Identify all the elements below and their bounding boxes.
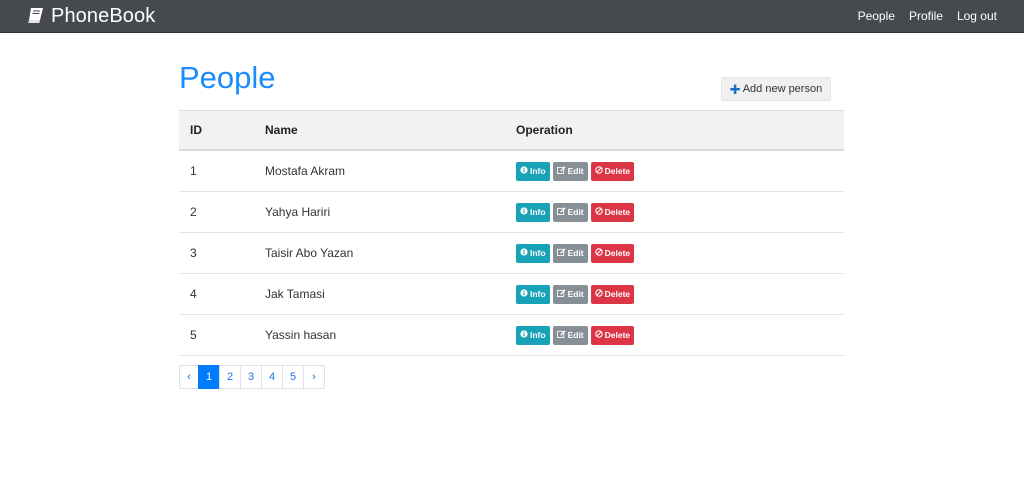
cell-name: Mostafa Akram (265, 164, 346, 178)
cell-operations: Info Edit Delete (516, 325, 844, 345)
table-row: 5 Yassin hasan Info Edit Delete (179, 315, 844, 356)
page-2[interactable]: 2 (219, 365, 241, 389)
delete-button[interactable]: Delete (590, 161, 635, 181)
nav-profile[interactable]: Profile (909, 9, 943, 23)
edit-button[interactable]: Edit (552, 161, 588, 181)
nav-logout[interactable]: Log out (957, 9, 997, 23)
cell-operations: Info Edit Delete (516, 284, 844, 304)
info-icon (520, 207, 530, 217)
people-table: ID Name Operation 1 Mostafa Akram Info Edit… (179, 110, 844, 356)
edit-icon (556, 207, 568, 217)
edit-label: Edit (567, 289, 584, 299)
add-person-label: Add new person (742, 83, 823, 95)
page-title: People (179, 60, 276, 95)
info-label: Info (530, 330, 546, 340)
table-row: 4 Jak Tamasi Info Edit Delete (179, 274, 844, 315)
page-prev[interactable]: ‹ (179, 365, 199, 389)
edit-icon (556, 330, 568, 340)
info-icon (520, 330, 530, 340)
cell-operations: Info Edit Delete (516, 202, 844, 222)
info-button[interactable]: Info (516, 161, 550, 181)
brand-link[interactable]: PhoneBook (26, 5, 155, 28)
table-header: ID Name Operation (179, 110, 844, 151)
cell-operations: Info Edit Delete (516, 161, 844, 181)
page-3[interactable]: 3 (240, 365, 262, 389)
page-5[interactable]: 5 (282, 365, 304, 389)
header-operation: Operation (516, 123, 573, 137)
page-1[interactable]: 1 (198, 365, 220, 389)
delete-icon (594, 330, 605, 340)
add-person-button[interactable]: ✚ Add new person (721, 77, 831, 101)
edit-icon (556, 166, 568, 176)
delete-icon (594, 207, 605, 217)
cell-name: Taisir Abo Yazan (265, 246, 354, 260)
edit-label: Edit (567, 166, 584, 176)
cell-operations: Info Edit Delete (516, 243, 844, 263)
brand-name: PhoneBook (51, 4, 156, 27)
table-row: 1 Mostafa Akram Info Edit Delete (179, 151, 844, 192)
info-icon (520, 289, 530, 299)
info-label: Info (530, 207, 546, 217)
delete-icon (594, 166, 605, 176)
navbar: PhoneBook People Profile Log out (0, 0, 1024, 33)
info-button[interactable]: Info (516, 202, 550, 222)
cell-id: 2 (190, 205, 197, 219)
table-row: 2 Yahya Hariri Info Edit Delete (179, 192, 844, 233)
edit-label: Edit (567, 207, 584, 217)
info-button[interactable]: Info (516, 243, 550, 263)
delete-button[interactable]: Delete (590, 202, 635, 222)
header-id: ID (190, 123, 202, 137)
cell-id: 1 (190, 164, 197, 178)
page-next[interactable]: › (303, 365, 325, 389)
info-icon (520, 166, 530, 176)
delete-label: Delete (604, 330, 631, 340)
book-icon (26, 6, 46, 26)
cell-id: 4 (190, 287, 197, 301)
info-icon (520, 248, 530, 258)
delete-label: Delete (604, 289, 631, 299)
edit-label: Edit (567, 330, 584, 340)
plus-icon: ✚ (729, 81, 741, 97)
edit-icon (556, 289, 568, 299)
delete-button[interactable]: Delete (590, 325, 635, 345)
cell-id: 3 (190, 246, 197, 260)
edit-button[interactable]: Edit (552, 284, 588, 304)
delete-label: Delete (604, 248, 631, 258)
nav-links: People Profile Log out (844, 9, 997, 23)
delete-icon (594, 289, 605, 299)
cell-name: Yassin hasan (265, 328, 337, 342)
edit-button[interactable]: Edit (552, 202, 588, 222)
info-button[interactable]: Info (516, 325, 550, 345)
cell-name: Yahya Hariri (265, 205, 331, 219)
delete-button[interactable]: Delete (590, 284, 635, 304)
nav-people[interactable]: People (858, 9, 895, 23)
delete-label: Delete (604, 166, 631, 176)
cell-name: Jak Tamasi (265, 287, 325, 301)
edit-label: Edit (567, 248, 584, 258)
info-button[interactable]: Info (516, 284, 550, 304)
info-label: Info (530, 248, 546, 258)
delete-label: Delete (604, 207, 631, 217)
page-4[interactable]: 4 (261, 365, 283, 389)
pagination: ‹ 1 2 3 4 5 › (179, 365, 325, 389)
delete-button[interactable]: Delete (590, 243, 635, 263)
edit-button[interactable]: Edit (552, 325, 588, 345)
edit-button[interactable]: Edit (552, 243, 588, 263)
info-label: Info (530, 289, 546, 299)
header-name: Name (265, 123, 298, 137)
delete-icon (594, 248, 605, 258)
info-label: Info (530, 166, 546, 176)
cell-id: 5 (190, 328, 197, 342)
edit-icon (556, 248, 568, 258)
table-row: 3 Taisir Abo Yazan Info Edit Delete (179, 233, 844, 274)
